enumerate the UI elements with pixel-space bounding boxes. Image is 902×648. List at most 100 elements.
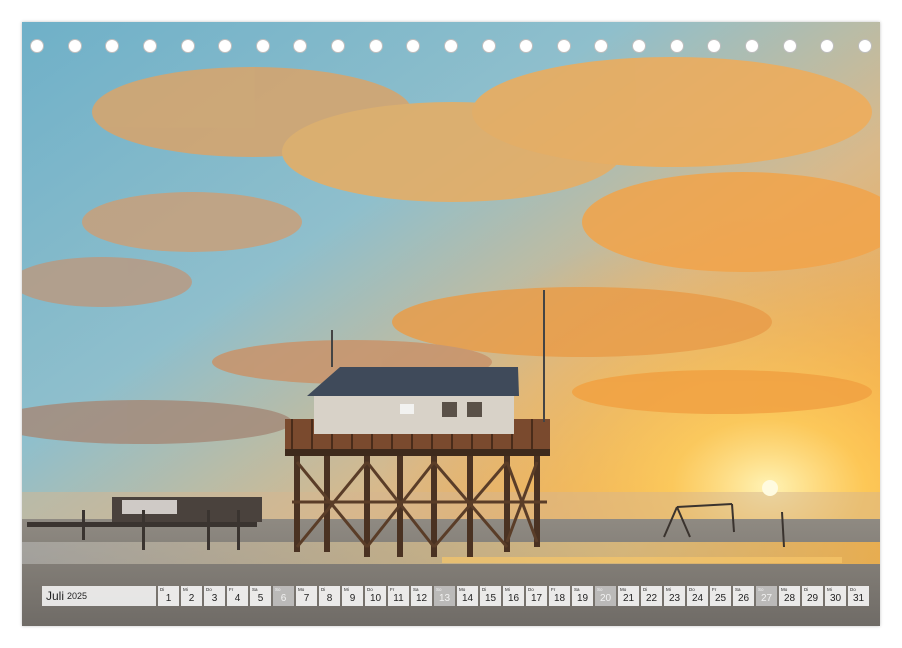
day-cell: Fr 18: [549, 586, 570, 606]
day-number: 5: [257, 593, 264, 604]
day-cell: So 27: [756, 586, 777, 606]
day-number: 19: [576, 593, 589, 604]
day-number: 25: [714, 593, 727, 604]
weekday-label: Mo: [459, 587, 466, 592]
binding-hole: [406, 39, 421, 53]
weekday-label: Do: [528, 587, 534, 592]
day-number: 6: [280, 593, 287, 604]
day-cell: Mo 21: [618, 586, 639, 606]
binding-hole: [519, 39, 534, 53]
weekday-label: So: [597, 587, 603, 592]
day-cell: Fr 4: [227, 586, 248, 606]
weekday-label: Di: [804, 587, 809, 592]
day-number: 20: [599, 593, 612, 604]
day-cell: Di 29: [802, 586, 823, 606]
day-cell: Do 24: [687, 586, 708, 606]
day-cell: Do 10: [365, 586, 386, 606]
binding-hole: [180, 39, 195, 53]
binding-hole: [218, 39, 233, 53]
day-number: 17: [530, 593, 543, 604]
day-number: 24: [691, 593, 704, 604]
weekday-label: So: [436, 587, 442, 592]
day-number: 7: [303, 593, 310, 604]
day-number: 16: [507, 593, 520, 604]
binding-hole: [669, 39, 684, 53]
day-number: 1: [165, 593, 172, 604]
weekday-label: Mi: [666, 587, 671, 592]
binding-hole: [67, 39, 82, 53]
day-cell: Mo 28: [779, 586, 800, 606]
binding-hole: [782, 39, 797, 53]
weekday-label: Do: [367, 587, 373, 592]
weekday-label: So: [758, 587, 764, 592]
weekday-label: Do: [206, 587, 212, 592]
day-number: 27: [760, 593, 773, 604]
weekday-label: Di: [643, 587, 648, 592]
weekday-label: Sa: [735, 587, 741, 592]
day-number: 14: [461, 593, 474, 604]
day-cell: Mi 2: [181, 586, 202, 606]
day-cell: Fr 25: [710, 586, 731, 606]
day-cell: Di 15: [480, 586, 501, 606]
weekday-label: Sa: [252, 587, 258, 592]
binding-hole: [368, 39, 383, 53]
weekday-label: Di: [482, 587, 487, 592]
day-cell: Do 3: [204, 586, 225, 606]
day-cell: Di 1: [158, 586, 179, 606]
weekday-label: Fr: [712, 587, 717, 592]
day-cell: Do 17: [526, 586, 547, 606]
day-number: 8: [326, 593, 333, 604]
binding-hole: [556, 39, 571, 53]
weekday-label: Do: [689, 587, 695, 592]
day-number: 18: [553, 593, 566, 604]
weekday-label: Mi: [505, 587, 510, 592]
binding-hole: [744, 39, 759, 53]
binding-hole: [632, 39, 646, 53]
binding-hole: [857, 39, 872, 53]
month-label: Juli 2025: [42, 586, 156, 606]
binding-hole: [30, 39, 44, 53]
sun: [762, 480, 778, 496]
weekday-label: Mo: [781, 587, 788, 592]
day-number: 15: [484, 593, 497, 604]
weekday-label: Fr: [229, 587, 234, 592]
beach-stilt-house-sunset-image: [22, 22, 880, 626]
day-number: 28: [783, 593, 796, 604]
day-cell: Fr 11: [388, 586, 409, 606]
weekday-label: Sa: [413, 587, 419, 592]
binding-hole: [594, 39, 609, 53]
binding-hole: [820, 39, 835, 53]
day-number: 13: [438, 593, 451, 604]
day-cell: Sa 26: [733, 586, 754, 606]
binding-hole: [443, 39, 458, 53]
day-number: 3: [211, 593, 218, 604]
weekday-label: Sa: [574, 587, 580, 592]
weekday-label: Mo: [298, 587, 305, 592]
day-cell: So 13: [434, 586, 455, 606]
binding-hole: [105, 39, 120, 53]
day-cell: Mo 14: [457, 586, 478, 606]
day-cell: Di 8: [319, 586, 340, 606]
day-cell: Mi 30: [825, 586, 846, 606]
weekday-label: Fr: [390, 587, 395, 592]
binding-hole: [255, 39, 270, 53]
binding-hole: [142, 39, 157, 53]
weekday-label: Do: [850, 587, 856, 592]
binding-holes: [30, 39, 872, 57]
day-number: 21: [622, 593, 635, 604]
day-number: 30: [829, 593, 842, 604]
day-cell: Mi 9: [342, 586, 363, 606]
binding-hole: [481, 39, 496, 53]
weekday-label: Di: [321, 587, 326, 592]
day-cell: Sa 12: [411, 586, 432, 606]
binding-hole: [707, 39, 722, 53]
weekday-label: So: [275, 587, 281, 592]
calendar-photo: [22, 22, 880, 626]
binding-hole: [331, 39, 345, 53]
day-cell: Do 31: [848, 586, 869, 606]
day-cell: Mi 16: [503, 586, 524, 606]
day-cell: Mo 7: [296, 586, 317, 606]
day-cell: So 6: [273, 586, 294, 606]
day-number: 29: [806, 593, 819, 604]
weekday-label: Mi: [183, 587, 188, 592]
